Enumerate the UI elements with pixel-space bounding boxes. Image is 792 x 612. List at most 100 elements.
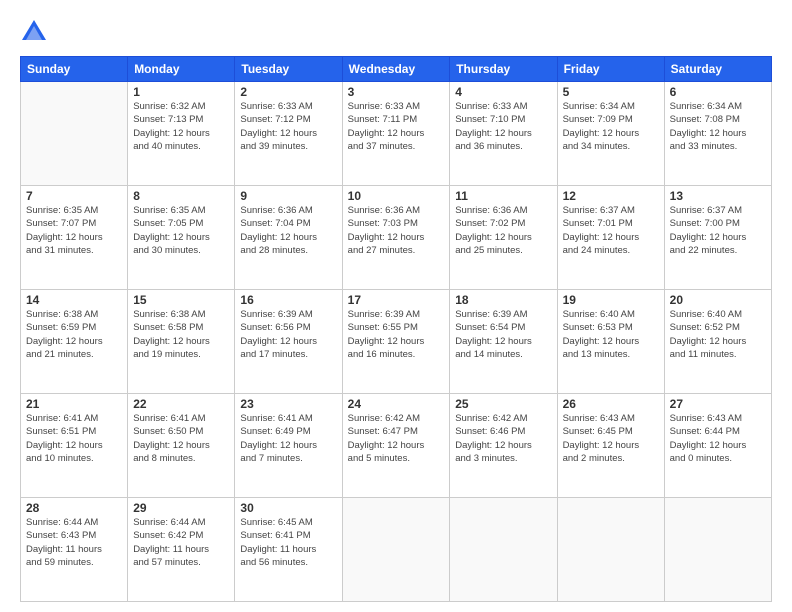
week-row-0: 1Sunrise: 6:32 AM Sunset: 7:13 PM Daylig…: [21, 82, 772, 186]
calendar-cell: 30Sunrise: 6:45 AM Sunset: 6:41 PM Dayli…: [235, 498, 342, 602]
day-number: 24: [348, 397, 445, 411]
day-info: Sunrise: 6:41 AM Sunset: 6:51 PM Dayligh…: [26, 412, 122, 465]
day-info: Sunrise: 6:33 AM Sunset: 7:11 PM Dayligh…: [348, 100, 445, 153]
day-number: 13: [670, 189, 766, 203]
calendar-cell: [557, 498, 664, 602]
day-number: 20: [670, 293, 766, 307]
day-number: 14: [26, 293, 122, 307]
calendar-cell: 18Sunrise: 6:39 AM Sunset: 6:54 PM Dayli…: [450, 290, 557, 394]
day-info: Sunrise: 6:42 AM Sunset: 6:47 PM Dayligh…: [348, 412, 445, 465]
calendar-cell: 19Sunrise: 6:40 AM Sunset: 6:53 PM Dayli…: [557, 290, 664, 394]
day-info: Sunrise: 6:36 AM Sunset: 7:03 PM Dayligh…: [348, 204, 445, 257]
day-info: Sunrise: 6:44 AM Sunset: 6:42 PM Dayligh…: [133, 516, 229, 569]
calendar-header-tuesday: Tuesday: [235, 57, 342, 82]
calendar-header-sunday: Sunday: [21, 57, 128, 82]
calendar-header-saturday: Saturday: [664, 57, 771, 82]
day-number: 3: [348, 85, 445, 99]
calendar-header-wednesday: Wednesday: [342, 57, 450, 82]
calendar-cell: 8Sunrise: 6:35 AM Sunset: 7:05 PM Daylig…: [128, 186, 235, 290]
day-info: Sunrise: 6:36 AM Sunset: 7:04 PM Dayligh…: [240, 204, 336, 257]
day-info: Sunrise: 6:44 AM Sunset: 6:43 PM Dayligh…: [26, 516, 122, 569]
week-row-2: 14Sunrise: 6:38 AM Sunset: 6:59 PM Dayli…: [21, 290, 772, 394]
calendar-cell: [450, 498, 557, 602]
day-number: 7: [26, 189, 122, 203]
day-info: Sunrise: 6:37 AM Sunset: 7:00 PM Dayligh…: [670, 204, 766, 257]
day-info: Sunrise: 6:35 AM Sunset: 7:05 PM Dayligh…: [133, 204, 229, 257]
calendar-cell: 17Sunrise: 6:39 AM Sunset: 6:55 PM Dayli…: [342, 290, 450, 394]
day-number: 10: [348, 189, 445, 203]
day-number: 16: [240, 293, 336, 307]
day-number: 21: [26, 397, 122, 411]
calendar-cell: 27Sunrise: 6:43 AM Sunset: 6:44 PM Dayli…: [664, 394, 771, 498]
calendar-cell: 15Sunrise: 6:38 AM Sunset: 6:58 PM Dayli…: [128, 290, 235, 394]
calendar-cell: 4Sunrise: 6:33 AM Sunset: 7:10 PM Daylig…: [450, 82, 557, 186]
calendar-cell: [21, 82, 128, 186]
day-info: Sunrise: 6:41 AM Sunset: 6:49 PM Dayligh…: [240, 412, 336, 465]
calendar-cell: 3Sunrise: 6:33 AM Sunset: 7:11 PM Daylig…: [342, 82, 450, 186]
calendar-cell: 25Sunrise: 6:42 AM Sunset: 6:46 PM Dayli…: [450, 394, 557, 498]
calendar-cell: 14Sunrise: 6:38 AM Sunset: 6:59 PM Dayli…: [21, 290, 128, 394]
calendar-cell: 29Sunrise: 6:44 AM Sunset: 6:42 PM Dayli…: [128, 498, 235, 602]
day-info: Sunrise: 6:35 AM Sunset: 7:07 PM Dayligh…: [26, 204, 122, 257]
day-number: 18: [455, 293, 551, 307]
week-row-1: 7Sunrise: 6:35 AM Sunset: 7:07 PM Daylig…: [21, 186, 772, 290]
day-info: Sunrise: 6:39 AM Sunset: 6:54 PM Dayligh…: [455, 308, 551, 361]
calendar-cell: 6Sunrise: 6:34 AM Sunset: 7:08 PM Daylig…: [664, 82, 771, 186]
calendar-cell: 28Sunrise: 6:44 AM Sunset: 6:43 PM Dayli…: [21, 498, 128, 602]
day-number: 2: [240, 85, 336, 99]
calendar-cell: [342, 498, 450, 602]
week-row-4: 28Sunrise: 6:44 AM Sunset: 6:43 PM Dayli…: [21, 498, 772, 602]
day-info: Sunrise: 6:43 AM Sunset: 6:45 PM Dayligh…: [563, 412, 659, 465]
day-info: Sunrise: 6:34 AM Sunset: 7:08 PM Dayligh…: [670, 100, 766, 153]
calendar-cell: 12Sunrise: 6:37 AM Sunset: 7:01 PM Dayli…: [557, 186, 664, 290]
day-number: 9: [240, 189, 336, 203]
day-number: 17: [348, 293, 445, 307]
day-info: Sunrise: 6:42 AM Sunset: 6:46 PM Dayligh…: [455, 412, 551, 465]
calendar-cell: 23Sunrise: 6:41 AM Sunset: 6:49 PM Dayli…: [235, 394, 342, 498]
calendar-cell: 1Sunrise: 6:32 AM Sunset: 7:13 PM Daylig…: [128, 82, 235, 186]
calendar-header-thursday: Thursday: [450, 57, 557, 82]
day-info: Sunrise: 6:36 AM Sunset: 7:02 PM Dayligh…: [455, 204, 551, 257]
calendar-header-friday: Friday: [557, 57, 664, 82]
calendar-cell: 9Sunrise: 6:36 AM Sunset: 7:04 PM Daylig…: [235, 186, 342, 290]
calendar-cell: 2Sunrise: 6:33 AM Sunset: 7:12 PM Daylig…: [235, 82, 342, 186]
header: [20, 18, 772, 46]
calendar-header-row: SundayMondayTuesdayWednesdayThursdayFrid…: [21, 57, 772, 82]
day-number: 29: [133, 501, 229, 515]
day-number: 25: [455, 397, 551, 411]
day-info: Sunrise: 6:34 AM Sunset: 7:09 PM Dayligh…: [563, 100, 659, 153]
calendar-cell: 26Sunrise: 6:43 AM Sunset: 6:45 PM Dayli…: [557, 394, 664, 498]
day-info: Sunrise: 6:39 AM Sunset: 6:55 PM Dayligh…: [348, 308, 445, 361]
calendar-cell: 20Sunrise: 6:40 AM Sunset: 6:52 PM Dayli…: [664, 290, 771, 394]
day-number: 11: [455, 189, 551, 203]
calendar-cell: 13Sunrise: 6:37 AM Sunset: 7:00 PM Dayli…: [664, 186, 771, 290]
day-number: 19: [563, 293, 659, 307]
day-info: Sunrise: 6:37 AM Sunset: 7:01 PM Dayligh…: [563, 204, 659, 257]
day-info: Sunrise: 6:33 AM Sunset: 7:12 PM Dayligh…: [240, 100, 336, 153]
day-info: Sunrise: 6:45 AM Sunset: 6:41 PM Dayligh…: [240, 516, 336, 569]
day-number: 8: [133, 189, 229, 203]
day-info: Sunrise: 6:38 AM Sunset: 6:59 PM Dayligh…: [26, 308, 122, 361]
day-number: 12: [563, 189, 659, 203]
calendar-cell: 22Sunrise: 6:41 AM Sunset: 6:50 PM Dayli…: [128, 394, 235, 498]
week-row-3: 21Sunrise: 6:41 AM Sunset: 6:51 PM Dayli…: [21, 394, 772, 498]
day-info: Sunrise: 6:39 AM Sunset: 6:56 PM Dayligh…: [240, 308, 336, 361]
calendar-cell: 7Sunrise: 6:35 AM Sunset: 7:07 PM Daylig…: [21, 186, 128, 290]
day-info: Sunrise: 6:40 AM Sunset: 6:52 PM Dayligh…: [670, 308, 766, 361]
day-number: 23: [240, 397, 336, 411]
calendar-header-monday: Monday: [128, 57, 235, 82]
day-info: Sunrise: 6:41 AM Sunset: 6:50 PM Dayligh…: [133, 412, 229, 465]
calendar-cell: 16Sunrise: 6:39 AM Sunset: 6:56 PM Dayli…: [235, 290, 342, 394]
calendar-cell: 21Sunrise: 6:41 AM Sunset: 6:51 PM Dayli…: [21, 394, 128, 498]
calendar: SundayMondayTuesdayWednesdayThursdayFrid…: [20, 56, 772, 602]
day-number: 22: [133, 397, 229, 411]
day-number: 28: [26, 501, 122, 515]
calendar-cell: 11Sunrise: 6:36 AM Sunset: 7:02 PM Dayli…: [450, 186, 557, 290]
calendar-cell: 5Sunrise: 6:34 AM Sunset: 7:09 PM Daylig…: [557, 82, 664, 186]
calendar-cell: 24Sunrise: 6:42 AM Sunset: 6:47 PM Dayli…: [342, 394, 450, 498]
day-number: 1: [133, 85, 229, 99]
page: SundayMondayTuesdayWednesdayThursdayFrid…: [0, 0, 792, 612]
logo: [20, 18, 52, 46]
calendar-cell: [664, 498, 771, 602]
calendar-cell: 10Sunrise: 6:36 AM Sunset: 7:03 PM Dayli…: [342, 186, 450, 290]
